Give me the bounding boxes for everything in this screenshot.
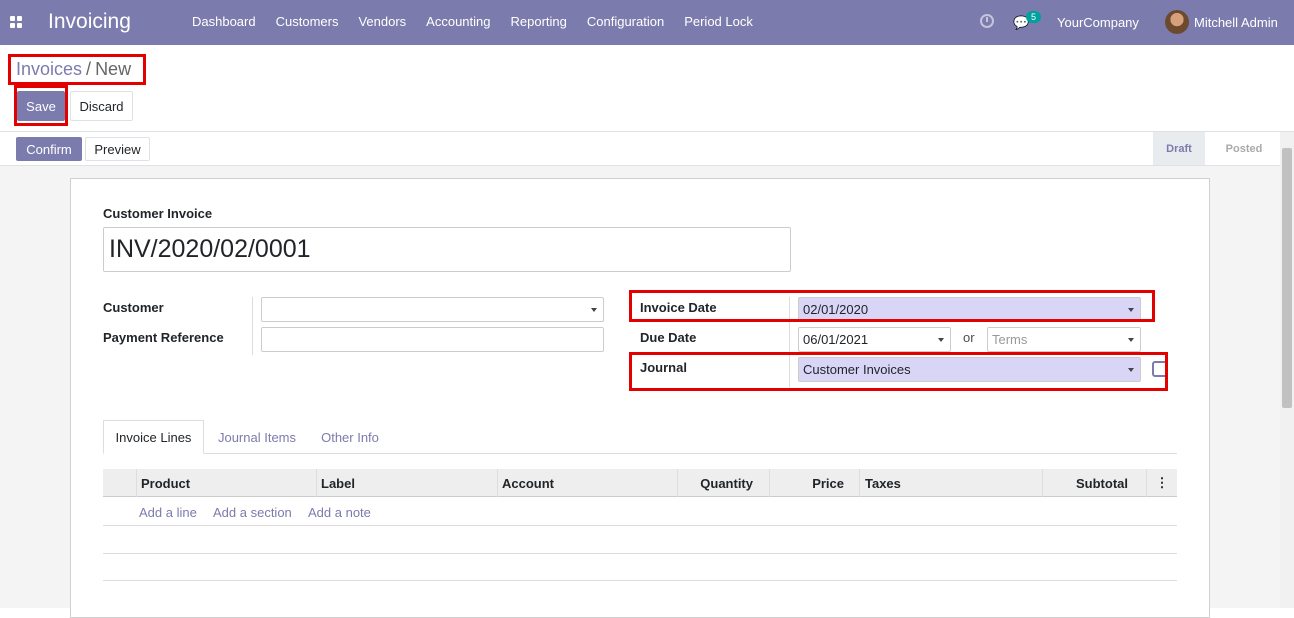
main-menu: Dashboard Customers Vendors Accounting R… xyxy=(182,14,763,29)
scrollbar-thumb[interactable] xyxy=(1282,148,1292,408)
table-row xyxy=(103,525,1177,526)
breadcrumb-separator: / xyxy=(86,59,92,79)
column-taxes[interactable]: Taxes xyxy=(859,469,1042,497)
invoice-date-label: Invoice Date xyxy=(640,300,717,315)
invoice-date-input[interactable]: 02/01/2020 xyxy=(798,297,1141,322)
column-price[interactable]: Price xyxy=(769,469,859,497)
save-button[interactable]: Save xyxy=(17,91,65,121)
top-navbar: Invoicing Dashboard Customers Vendors Ac… xyxy=(0,0,1294,45)
column-subtotal[interactable]: Subtotal xyxy=(1042,469,1146,497)
chevron-down-icon xyxy=(938,338,944,342)
journal-value: Customer Invoices xyxy=(803,362,911,377)
or-text: or xyxy=(963,330,975,345)
confirm-button[interactable]: Confirm xyxy=(16,137,82,161)
tab-divider xyxy=(204,453,1177,454)
optional-columns-icon[interactable]: ⋮ xyxy=(1146,469,1177,497)
chevron-down-icon xyxy=(591,308,597,312)
menu-customers[interactable]: Customers xyxy=(266,14,349,29)
invoice-date-value: 02/01/2020 xyxy=(803,302,869,317)
menu-accounting[interactable]: Accounting xyxy=(416,14,500,29)
page-scrollbar[interactable] xyxy=(1280,132,1294,608)
journal-label: Journal xyxy=(640,360,687,375)
journal-select[interactable]: Customer Invoices xyxy=(798,357,1141,382)
table-row xyxy=(103,580,1177,581)
chevron-down-icon xyxy=(1128,338,1134,342)
column-quantity[interactable]: Quantity xyxy=(677,469,769,497)
discard-button[interactable]: Discard xyxy=(70,91,133,121)
status-bar: Confirm Preview Draft Posted xyxy=(0,131,1294,166)
field-divider-right xyxy=(789,297,790,387)
menu-configuration[interactable]: Configuration xyxy=(577,14,674,29)
column-label[interactable]: Label xyxy=(316,469,497,497)
add-note-link[interactable]: Add a note xyxy=(308,505,371,520)
activity-clock-icon[interactable] xyxy=(980,14,994,28)
payment-reference-input[interactable] xyxy=(261,327,604,352)
external-link-icon[interactable] xyxy=(1152,361,1168,377)
preview-button[interactable]: Preview xyxy=(85,137,150,161)
chevron-down-icon xyxy=(1128,308,1134,312)
due-date-input[interactable]: 06/01/2021 xyxy=(798,327,951,352)
due-date-value: 06/01/2021 xyxy=(803,332,869,347)
breadcrumb-current: New xyxy=(95,59,132,79)
menu-vendors[interactable]: Vendors xyxy=(348,14,416,29)
payment-reference-label: Payment Reference xyxy=(103,330,224,345)
tab-invoice-lines[interactable]: Invoice Lines xyxy=(103,420,204,454)
apps-menu-icon[interactable] xyxy=(10,16,22,28)
field-divider xyxy=(252,297,253,355)
menu-dashboard[interactable]: Dashboard xyxy=(182,14,266,29)
user-avatar[interactable] xyxy=(1165,10,1189,34)
customer-label: Customer xyxy=(103,300,164,315)
add-section-link[interactable]: Add a section xyxy=(213,505,292,520)
chevron-down-icon xyxy=(1128,368,1134,372)
menu-period-lock[interactable]: Period Lock xyxy=(674,14,763,29)
payment-terms-select[interactable]: Terms xyxy=(987,327,1141,352)
column-account[interactable]: Account xyxy=(497,469,677,497)
user-menu[interactable]: Mitchell Admin xyxy=(1194,15,1278,30)
breadcrumb-invoices[interactable]: Invoices xyxy=(16,59,82,79)
stage-posted[interactable]: Posted xyxy=(1213,132,1275,165)
stage-draft[interactable]: Draft xyxy=(1153,132,1205,165)
tab-other-info[interactable]: Other Info xyxy=(310,420,390,454)
breadcrumb: Invoices / New xyxy=(16,59,131,80)
due-date-label: Due Date xyxy=(640,330,697,345)
customer-select[interactable] xyxy=(261,297,604,322)
table-row xyxy=(103,553,1177,554)
tab-journal-items[interactable]: Journal Items xyxy=(208,420,306,454)
chat-count-badge: 5 xyxy=(1026,11,1042,23)
doc-type-label: Customer Invoice xyxy=(103,206,213,221)
add-line-link[interactable]: Add a line xyxy=(139,505,197,520)
app-title[interactable]: Invoicing xyxy=(48,10,131,34)
terms-placeholder: Terms xyxy=(992,332,1028,347)
company-switcher[interactable]: YourCompany xyxy=(1057,15,1139,30)
column-product[interactable]: Product xyxy=(136,469,316,497)
invoice-lines-header: Product Label Account Quantity Price Tax… xyxy=(103,469,1177,497)
invoice-number-field[interactable]: INV/2020/02/0001 xyxy=(103,227,791,272)
menu-reporting[interactable]: Reporting xyxy=(501,14,577,29)
